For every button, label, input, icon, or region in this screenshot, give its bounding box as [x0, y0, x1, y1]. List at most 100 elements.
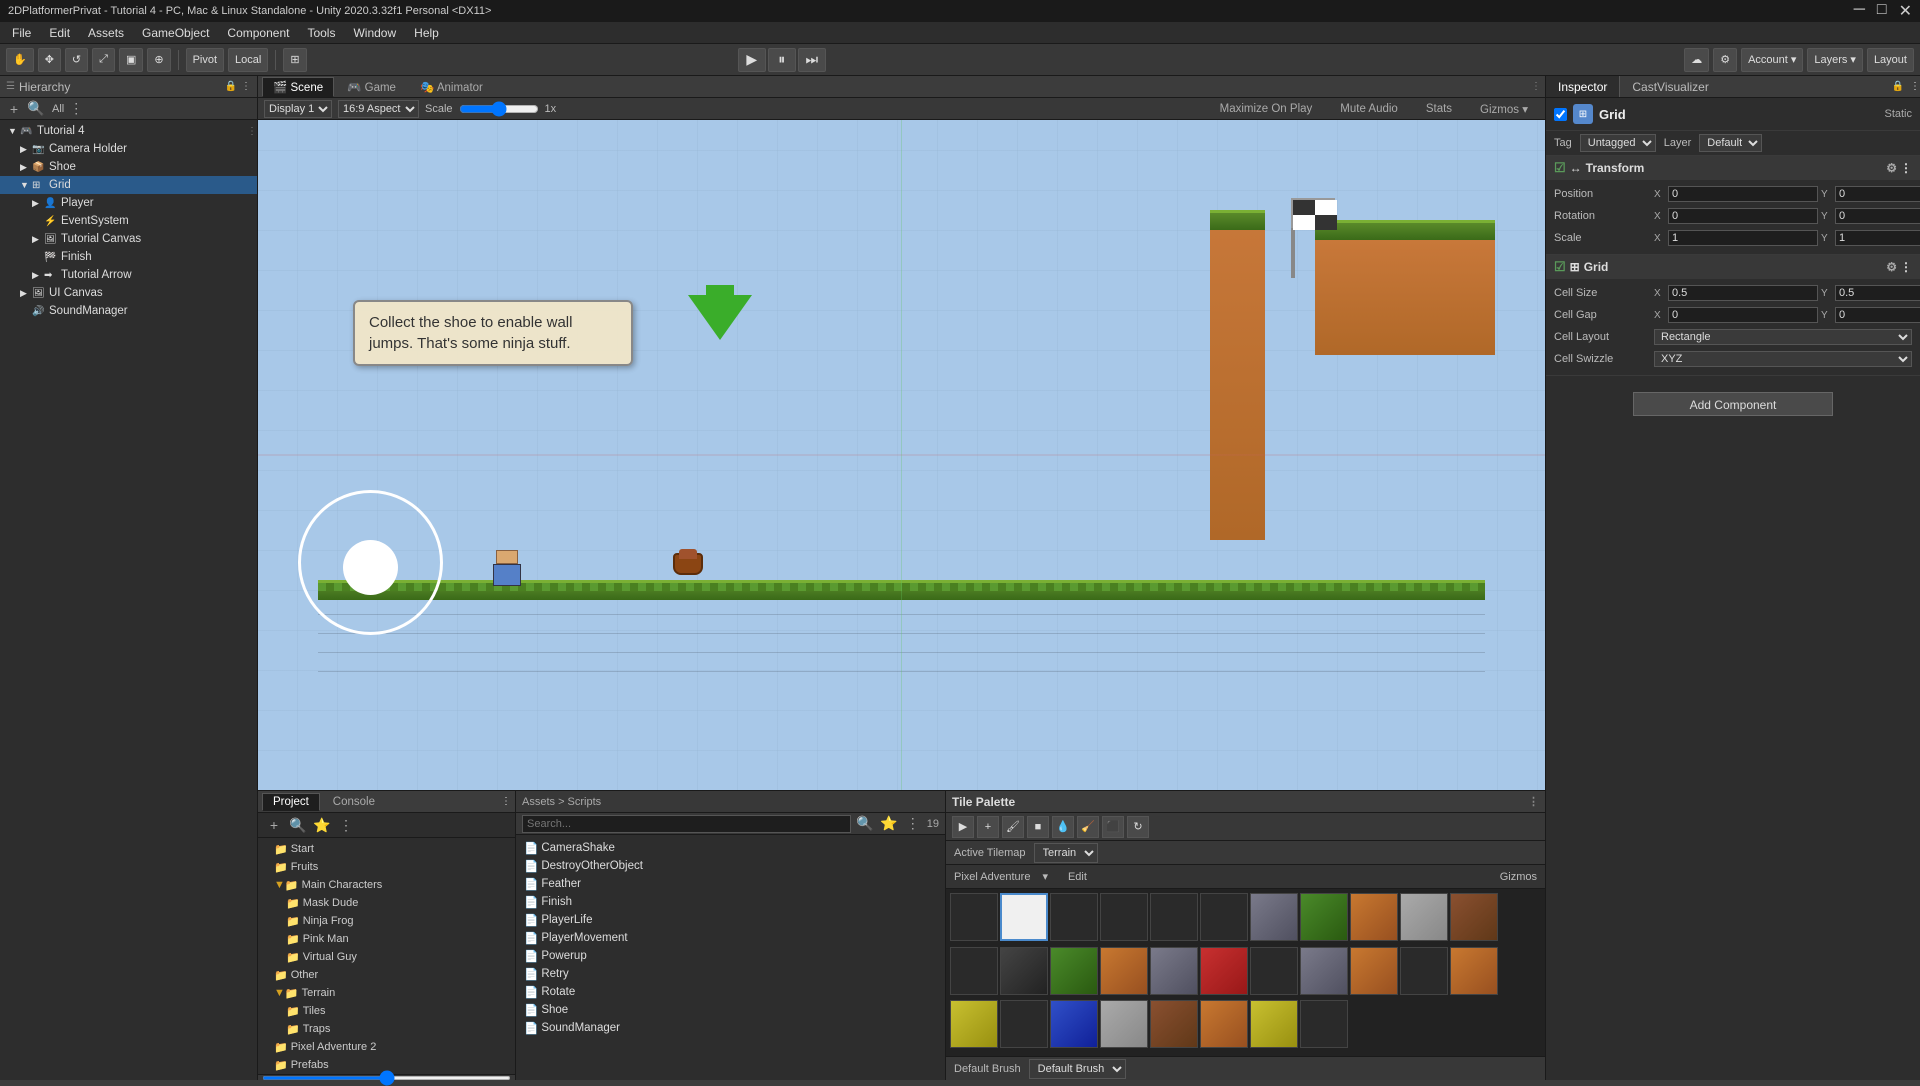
- cellgap-y-input[interactable]: [1835, 307, 1920, 323]
- hierarchy-search-btn[interactable]: 🔍: [26, 99, 46, 119]
- assets-options-btn[interactable]: ⋮: [903, 814, 923, 834]
- project-menu-icon[interactable]: ⋮: [501, 796, 511, 807]
- layout-btn[interactable]: Layout: [1867, 48, 1914, 72]
- file-item-start[interactable]: 📁Start: [258, 840, 515, 858]
- tab-animator[interactable]: 🎭 Animator: [409, 77, 494, 97]
- tool-fill[interactable]: ⬛: [1102, 816, 1124, 838]
- script-finish[interactable]: 📄 Finish: [516, 893, 945, 911]
- account-btn[interactable]: Account ▾: [1741, 48, 1803, 72]
- tile-22[interactable]: [950, 1000, 998, 1048]
- file-item-maskdude[interactable]: 📁Mask Dude: [258, 894, 515, 912]
- assets-starred-btn[interactable]: ⭐: [879, 814, 899, 834]
- hierarchy-options[interactable]: ⋮: [66, 99, 86, 119]
- tile-10[interactable]: [1450, 893, 1498, 941]
- grid-comp-header[interactable]: ☑ ⊞ Grid ⚙ ⋮: [1546, 255, 1920, 279]
- tile-23[interactable]: [1000, 1000, 1048, 1048]
- menu-help[interactable]: Help: [406, 24, 447, 42]
- tab-inspector[interactable]: Inspector: [1546, 76, 1620, 97]
- tile-15[interactable]: [1150, 947, 1198, 995]
- multi-tool-btn[interactable]: ⊕: [147, 48, 170, 72]
- project-resize-handle[interactable]: [258, 1074, 515, 1080]
- tree-item-tutorialarrow[interactable]: ▶ ➡ Tutorial Arrow: [0, 266, 257, 284]
- script-rotate[interactable]: 📄 Rotate: [516, 983, 945, 1001]
- scale-slider[interactable]: [459, 101, 539, 117]
- cellsize-y-input[interactable]: [1835, 285, 1920, 301]
- cellgap-x-input[interactable]: [1668, 307, 1818, 323]
- menu-assets[interactable]: Assets: [80, 24, 132, 42]
- tile-14[interactable]: [1100, 947, 1148, 995]
- script-feather[interactable]: 📄 Feather: [516, 875, 945, 893]
- scale-y-input[interactable]: [1835, 230, 1920, 246]
- menu-window[interactable]: Window: [345, 24, 404, 42]
- scale-x-input[interactable]: [1668, 230, 1818, 246]
- script-powerup[interactable]: 📄 Powerup: [516, 947, 945, 965]
- pos-x-input[interactable]: [1668, 186, 1818, 202]
- stats-btn[interactable]: Stats: [1415, 100, 1463, 118]
- inspector-menu[interactable]: ⋮: [1910, 81, 1920, 92]
- tool-rotate[interactable]: ↻: [1127, 816, 1149, 838]
- maximize-btn[interactable]: □: [1877, 1, 1887, 21]
- add-component-btn[interactable]: Add Component: [1633, 392, 1833, 416]
- assets-search-input[interactable]: [522, 815, 851, 833]
- project-search-btn[interactable]: 🔍: [288, 815, 308, 835]
- script-playerlife[interactable]: 📄 PlayerLife: [516, 911, 945, 929]
- scale-tool-btn[interactable]: ⤢: [92, 48, 115, 72]
- edit-label[interactable]: Edit: [1068, 871, 1087, 883]
- tile-5[interactable]: [1200, 893, 1248, 941]
- menu-file[interactable]: File: [4, 24, 39, 42]
- file-item-traps[interactable]: 📁Traps: [258, 1020, 515, 1038]
- tile-20[interactable]: [1400, 947, 1448, 995]
- tile-17[interactable]: [1250, 947, 1298, 995]
- mute-audio[interactable]: Mute Audio: [1329, 100, 1409, 118]
- grid-settings-icon[interactable]: ⚙: [1886, 260, 1897, 274]
- script-playermovement[interactable]: 📄 PlayerMovement: [516, 929, 945, 947]
- rotate-tool-btn[interactable]: ↺: [65, 48, 88, 72]
- collab-btn[interactable]: ☁: [1684, 48, 1709, 72]
- tile-8[interactable]: [1350, 893, 1398, 941]
- tool-erase[interactable]: 🧹: [1077, 816, 1099, 838]
- cellswizzle-select[interactable]: XYZ: [1654, 351, 1912, 367]
- menu-gameobject[interactable]: GameObject: [134, 24, 217, 42]
- active-tilemap-select[interactable]: Terrain: [1034, 843, 1098, 863]
- script-camerashake[interactable]: 📄 CameraShake: [516, 839, 945, 857]
- project-options-btn[interactable]: ⋮: [336, 815, 356, 835]
- palette-dropdown[interactable]: ▾: [1042, 870, 1048, 883]
- tree-item-player[interactable]: ▶ 👤 Player: [0, 194, 257, 212]
- tag-select[interactable]: Untagged: [1580, 134, 1656, 152]
- tree-item-uicanvas[interactable]: ▶ 🖼 UI Canvas: [0, 284, 257, 302]
- tile-28[interactable]: [1250, 1000, 1298, 1048]
- tile-2[interactable]: [1050, 893, 1098, 941]
- gizmos-label[interactable]: Gizmos: [1500, 871, 1537, 883]
- tile-1[interactable]: [1000, 893, 1048, 941]
- aspect-select[interactable]: 16:9 Aspect: [338, 100, 419, 118]
- script-retry[interactable]: 📄 Retry: [516, 965, 945, 983]
- close-btn[interactable]: ✕: [1899, 1, 1912, 21]
- tile-21[interactable]: [1450, 947, 1498, 995]
- rect-tool-btn[interactable]: ▣: [119, 48, 143, 72]
- menu-component[interactable]: Component: [219, 24, 297, 42]
- maximize-on-play[interactable]: Maximize On Play: [1209, 100, 1324, 118]
- file-item-mainchars[interactable]: ▼ 📁Main Characters: [258, 876, 515, 894]
- hierarchy-menu[interactable]: ⋮: [241, 81, 251, 92]
- tile-13[interactable]: [1050, 947, 1098, 995]
- scene-tab-menu[interactable]: ⋮: [1531, 81, 1541, 92]
- pos-y-input[interactable]: [1835, 186, 1920, 202]
- cellsize-x-input[interactable]: [1668, 285, 1818, 301]
- tab-castvisualizer[interactable]: CastVisualizer: [1620, 76, 1720, 97]
- tool-fill-box[interactable]: ■: [1027, 816, 1049, 838]
- display-select[interactable]: Display 1: [264, 100, 332, 118]
- tile-11[interactable]: [950, 947, 998, 995]
- rot-y-input[interactable]: [1835, 208, 1920, 224]
- tool-pick[interactable]: 💧: [1052, 816, 1074, 838]
- obj-active-checkbox[interactable]: [1554, 108, 1567, 121]
- tree-item-cameraholder[interactable]: ▶ 📷 Camera Holder: [0, 140, 257, 158]
- file-item-virtualguy[interactable]: 📁Virtual Guy: [258, 948, 515, 966]
- gizmos-btn[interactable]: Gizmos ▾: [1469, 99, 1539, 119]
- tab-project[interactable]: Project: [262, 793, 320, 811]
- tile-12[interactable]: [1000, 947, 1048, 995]
- tile-29[interactable]: [1300, 1000, 1348, 1048]
- script-shoe[interactable]: 📄 Shoe: [516, 1001, 945, 1019]
- tile-9[interactable]: [1400, 893, 1448, 941]
- file-item-fruits[interactable]: 📁Fruits: [258, 858, 515, 876]
- minimize-btn[interactable]: ─: [1854, 1, 1865, 21]
